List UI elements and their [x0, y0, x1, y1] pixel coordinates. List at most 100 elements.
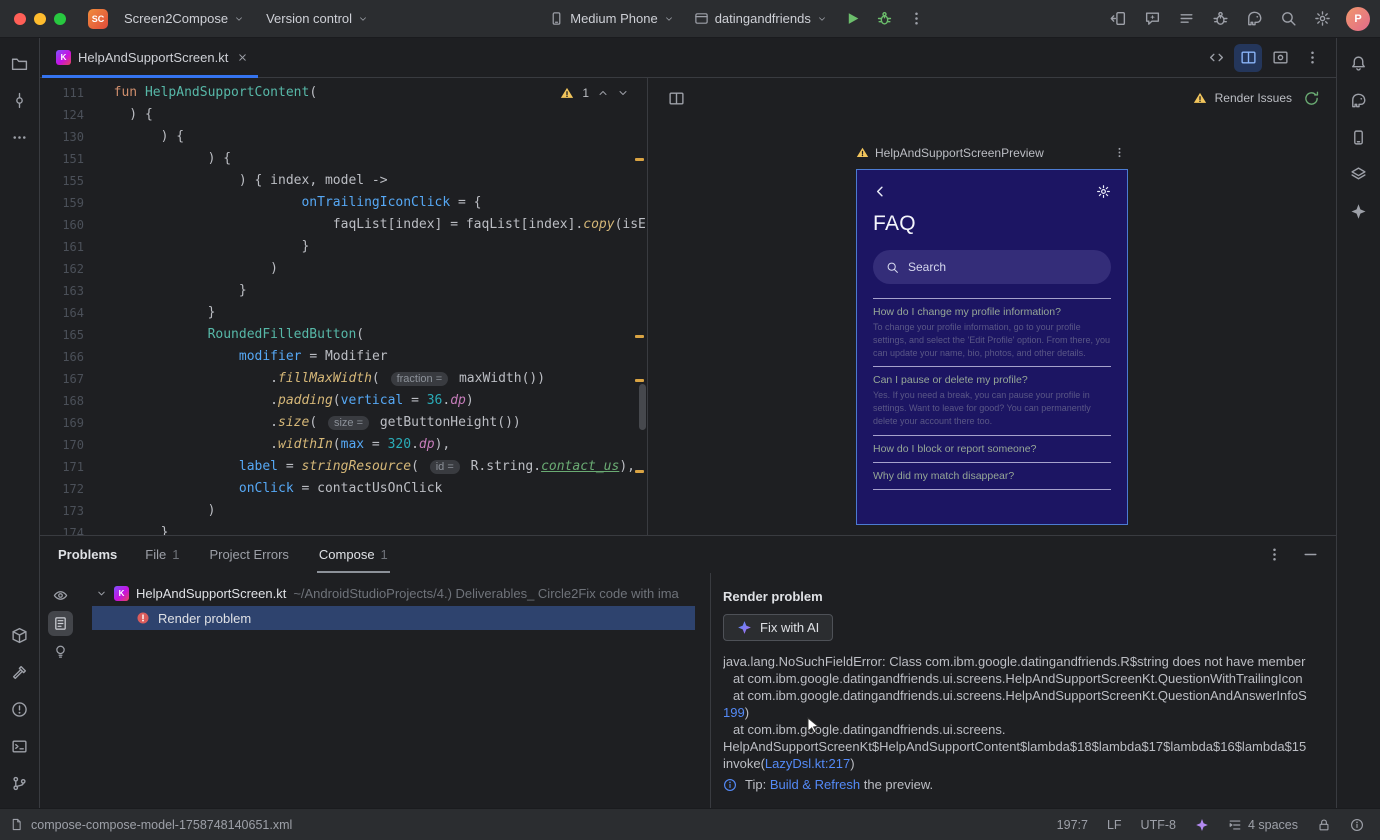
preview-layout-icon[interactable]	[662, 84, 690, 112]
notifications-icon[interactable]	[1345, 49, 1373, 77]
preview-eye-icon[interactable]	[48, 583, 73, 608]
line-number[interactable]: 172	[40, 478, 98, 500]
avatar[interactable]: P	[1346, 6, 1370, 31]
render-issues-label[interactable]: Render Issues	[1215, 91, 1292, 105]
inspection-status-icon[interactable]	[1350, 818, 1364, 832]
build-refresh-icon[interactable]	[1300, 87, 1322, 109]
problems-tab-project-errors[interactable]: Project Errors	[207, 536, 290, 573]
line-number[interactable]: 166	[40, 346, 98, 368]
preview-card[interactable]: HelpAndSupportScreenPreview FAQ Search H…	[856, 144, 1128, 525]
zoom-window-button[interactable]	[54, 12, 66, 25]
gemini-icon[interactable]	[1345, 197, 1373, 225]
line-number[interactable]: 155	[40, 170, 98, 192]
quick-fix-bulb-icon[interactable]	[48, 639, 73, 664]
project-icon[interactable]	[6, 49, 34, 77]
search-icon[interactable]	[1274, 5, 1302, 33]
next-problem-icon[interactable]	[617, 87, 629, 99]
code-line[interactable]: 155) { index, model ->	[40, 170, 647, 192]
code-line[interactable]: 165 RoundedFilledButton(	[40, 324, 647, 346]
device-mirror-icon[interactable]	[1104, 5, 1132, 33]
line-number[interactable]: 160	[40, 214, 98, 236]
editor-options-icon[interactable]	[1298, 44, 1326, 72]
line-number[interactable]: 159	[40, 192, 98, 214]
gradle-sync-icon[interactable]	[1240, 5, 1268, 33]
gradle-icon[interactable]	[1345, 86, 1373, 114]
line-number[interactable]: 124	[40, 104, 98, 126]
stack-link[interactable]: 199	[723, 705, 745, 720]
code-line[interactable]: 171 label = stringResource( id = R.string…	[40, 456, 647, 478]
code-line[interactable]: 160 faqList[index] = faqList[index].copy(…	[40, 214, 647, 236]
more-run-options-icon[interactable]	[903, 5, 931, 33]
code-line[interactable]: 174}	[40, 522, 647, 535]
line-number[interactable]: 151	[40, 148, 98, 170]
code-line[interactable]: 130) {	[40, 126, 647, 148]
code-line[interactable]: 170 .widthIn(max = 320.dp),	[40, 434, 647, 456]
line-number[interactable]: 167	[40, 368, 98, 390]
version-control-icon[interactable]	[6, 769, 34, 797]
close-tab-icon[interactable]	[235, 50, 250, 65]
code-line[interactable]: 159 onTrailingIconClick = {	[40, 192, 647, 214]
line-number[interactable]: 162	[40, 258, 98, 280]
split-view-icon[interactable]	[1234, 43, 1262, 72]
task-list-icon[interactable]	[1172, 5, 1200, 33]
build-icon[interactable]	[6, 658, 34, 686]
line-number[interactable]: 170	[40, 434, 98, 456]
code-line[interactable]: 151) {	[40, 148, 647, 170]
preview-options-ic[interactable]	[1111, 144, 1128, 161]
code-line[interactable]: 124) {	[40, 104, 647, 126]
line-number[interactable]: 163	[40, 280, 98, 302]
readonly-lock-icon[interactable]	[1317, 818, 1331, 832]
close-window-button[interactable]	[14, 12, 26, 25]
line-number[interactable]: 171	[40, 456, 98, 478]
line-separator[interactable]: LF	[1107, 818, 1122, 832]
dependencies-icon[interactable]	[6, 621, 34, 649]
terminal-icon[interactable]	[6, 732, 34, 760]
problems-icon[interactable]	[6, 695, 34, 723]
line-number[interactable]: 173	[40, 500, 98, 522]
code-line[interactable]: 162)	[40, 258, 647, 280]
editor-scrollbar[interactable]	[639, 384, 646, 430]
statusbar-file[interactable]: compose-compose-model-1758748140651.xml	[10, 818, 292, 832]
problems-options-icon[interactable]	[1260, 541, 1288, 569]
device-selector[interactable]: Medium Phone	[541, 7, 681, 30]
code-line[interactable]: 168 .padding(vertical = 36.dp)	[40, 390, 647, 412]
line-number[interactable]: 161	[40, 236, 98, 258]
line-number[interactable]: 130	[40, 126, 98, 148]
device-manager-icon[interactable]	[1345, 123, 1373, 151]
line-number[interactable]: 169	[40, 412, 98, 434]
editor-tab[interactable]: K HelpAndSupportScreen.kt	[40, 38, 260, 78]
build-refresh-link[interactable]: Build & Refresh	[770, 777, 860, 792]
code-line[interactable]: 111 fun HelpAndSupportContent(	[40, 82, 647, 104]
file-encoding[interactable]: UTF-8	[1141, 818, 1176, 832]
line-number[interactable]: 111	[40, 82, 98, 104]
problems-file-node[interactable]: K HelpAndSupportScreen.kt ~/AndroidStudi…	[80, 581, 710, 605]
more-tool-windows-icon[interactable]	[6, 123, 34, 151]
code-line[interactable]: 166 modifier = Modifier	[40, 346, 647, 368]
code-line[interactable]: 161}	[40, 236, 647, 258]
problems-tab-file[interactable]: File 1	[143, 536, 181, 573]
design-view-icon[interactable]	[1266, 44, 1294, 72]
line-number[interactable]: 164	[40, 302, 98, 324]
run-button[interactable]	[839, 5, 867, 33]
problems-tab-compose[interactable]: Compose 1	[316, 536, 390, 573]
details-view-icon[interactable]	[47, 611, 73, 636]
project-selector[interactable]: Screen2Compose	[116, 7, 252, 30]
code-line[interactable]: 172 onClick = contactUsOnClick	[40, 478, 647, 500]
previous-problem-icon[interactable]	[597, 87, 609, 99]
line-number[interactable]: 174	[40, 522, 98, 535]
code-line[interactable]: 164}	[40, 302, 647, 324]
code-line[interactable]: 167 .fillMaxWidth( fraction = maxWidth())	[40, 368, 647, 390]
ai-assistant-icon[interactable]	[1138, 5, 1166, 33]
vcs-widget[interactable]: Version control	[258, 7, 376, 30]
commit-icon[interactable]	[6, 86, 34, 114]
line-number[interactable]: 165	[40, 324, 98, 346]
minimize-window-button[interactable]	[34, 12, 46, 25]
fix-with-ai-button[interactable]: Fix with AI	[723, 614, 834, 641]
code-line[interactable]: 169 .size( size = getButtonHeight())	[40, 412, 647, 434]
indent-setting[interactable]: 4 spaces	[1228, 818, 1298, 832]
code-view-icon[interactable]	[1202, 44, 1230, 72]
run-configuration-selector[interactable]: datingandfriends	[686, 7, 835, 30]
code-line[interactable]: 173)	[40, 500, 647, 522]
render-problem-row[interactable]: Render problem	[92, 606, 695, 630]
line-number[interactable]: 168	[40, 390, 98, 412]
